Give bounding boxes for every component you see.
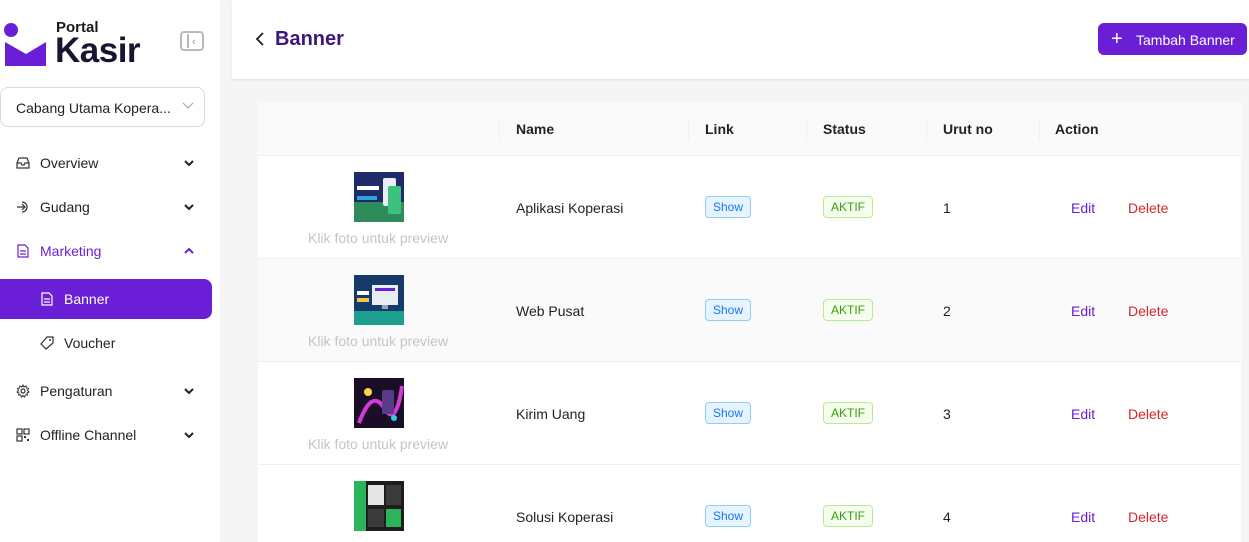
- delete-link[interactable]: Delete: [1128, 509, 1168, 525]
- column-divider: [806, 118, 807, 140]
- table-row: Klik foto untuk preview Web Pusat Show A…: [258, 259, 1241, 362]
- show-link-tag[interactable]: Show: [705, 299, 752, 321]
- logo-kasir-text: Kasir: [55, 31, 141, 70]
- chevron-left-icon: ‹: [192, 36, 196, 48]
- banner-name: Aplikasi Koperasi: [516, 200, 624, 216]
- table-header: Name Link Status Urut no Action: [258, 101, 1241, 156]
- status-badge: AKTIF: [823, 402, 874, 424]
- banner-thumbnail[interactable]: [354, 275, 404, 325]
- column-divider: [1039, 118, 1040, 140]
- column-divider: [926, 118, 927, 140]
- sidebar-subitem-banner[interactable]: Banner: [0, 279, 212, 319]
- preview-hint: Klik foto untuk preview: [308, 436, 449, 452]
- qrcode-icon: [16, 428, 30, 442]
- sidebar-item-marketing[interactable]: Marketing: [0, 231, 212, 271]
- edit-link[interactable]: Edit: [1071, 303, 1095, 319]
- inbox-icon: [16, 157, 30, 169]
- sidebar-subitem-label: Banner: [64, 291, 110, 307]
- add-banner-button-label: Tambah Banner: [1136, 32, 1235, 48]
- file-icon: [17, 244, 29, 258]
- page-header: Banner + Tambah Banner: [232, 0, 1249, 80]
- column-header-status: Status: [823, 121, 866, 137]
- order-number: 4: [943, 509, 951, 525]
- column-header-link: Link: [705, 121, 734, 137]
- sidebar-item-label: Marketing: [40, 243, 102, 259]
- tag-icon: [40, 336, 54, 350]
- status-badge: AKTIF: [823, 505, 874, 527]
- sidebar-item-pengaturan[interactable]: Pengaturan: [0, 371, 212, 411]
- edit-link[interactable]: Edit: [1071, 200, 1095, 216]
- branch-select[interactable]: Cabang Utama Kopera...: [0, 87, 205, 127]
- column-header-order: Urut no: [943, 121, 993, 137]
- banner-table: Name Link Status Urut no Action Klik fot…: [258, 101, 1241, 542]
- chevron-down-icon: [184, 160, 194, 167]
- column-header-action: Action: [1055, 121, 1099, 137]
- show-link-tag[interactable]: Show: [705, 196, 752, 218]
- banner-thumbnail[interactable]: [354, 481, 404, 531]
- chevron-down-icon: [184, 432, 194, 439]
- banner-thumbnail[interactable]: [354, 172, 404, 222]
- order-number: 3: [943, 406, 951, 422]
- branch-select-value: Cabang Utama Kopera...: [16, 100, 171, 116]
- edit-link[interactable]: Edit: [1071, 406, 1095, 422]
- sidebar-item-gudang[interactable]: Gudang: [0, 187, 212, 227]
- sidebar-item-label: Gudang: [40, 199, 90, 215]
- column-header-name: Name: [516, 121, 555, 137]
- chevron-down-icon: [184, 388, 194, 395]
- sidebar: Portal Kasir ‹ Cabang Utama Kopera... Ov…: [0, 0, 220, 542]
- portal-kasir-logo: Portal Kasir: [4, 18, 154, 70]
- preview-hint: Klik foto untuk preview: [308, 333, 449, 349]
- chevron-down-icon: [182, 102, 194, 109]
- file-icon: [41, 292, 53, 306]
- status-badge: AKTIF: [823, 299, 874, 321]
- sidebar-item-label: Offline Channel: [40, 427, 137, 443]
- banner-thumbnail[interactable]: [354, 378, 404, 428]
- banner-name: Kirim Uang: [516, 406, 586, 422]
- chevron-up-icon: [184, 247, 194, 254]
- status-badge: AKTIF: [823, 196, 874, 218]
- table-row: Klik foto untuk preview Kirim Uang Show …: [258, 362, 1241, 465]
- sidebar-item-offline-channel[interactable]: Offline Channel: [0, 415, 212, 455]
- sidebar-subitem-label: Voucher: [64, 335, 116, 351]
- collapse-sidebar-button[interactable]: ‹: [180, 31, 204, 51]
- sidebar-subitem-voucher[interactable]: Voucher: [0, 323, 212, 363]
- table-row: Klik foto untuk preview Aplikasi Koperas…: [258, 156, 1241, 259]
- show-link-tag[interactable]: Show: [705, 402, 752, 424]
- sidebar-item-label: Pengaturan: [40, 383, 113, 399]
- sidebar-item-overview[interactable]: Overview: [0, 143, 212, 183]
- login-icon: [17, 201, 28, 213]
- preview-hint: Klik foto untuk preview: [308, 230, 449, 246]
- add-banner-button[interactable]: + Tambah Banner: [1098, 23, 1247, 55]
- logo-mark-icon: [4, 23, 46, 66]
- delete-link[interactable]: Delete: [1128, 406, 1168, 422]
- edit-link[interactable]: Edit: [1071, 509, 1095, 525]
- banner-name: Web Pusat: [516, 303, 585, 319]
- gear-icon: [16, 384, 30, 398]
- plus-icon: +: [1111, 28, 1123, 50]
- page-title: Banner: [275, 28, 344, 50]
- banner-name: Solusi Koperasi: [516, 509, 614, 525]
- column-divider: [688, 118, 689, 140]
- back-arrow-icon[interactable]: [254, 31, 266, 47]
- delete-link[interactable]: Delete: [1128, 200, 1168, 216]
- show-link-tag[interactable]: Show: [705, 505, 752, 527]
- column-divider: [499, 118, 500, 140]
- delete-link[interactable]: Delete: [1128, 303, 1168, 319]
- order-number: 1: [943, 200, 951, 216]
- chevron-down-icon: [184, 204, 194, 211]
- order-number: 2: [943, 303, 951, 319]
- sidebar-item-label: Overview: [40, 155, 99, 171]
- table-row: Klik foto untuk preview Solusi Koperasi …: [258, 465, 1241, 542]
